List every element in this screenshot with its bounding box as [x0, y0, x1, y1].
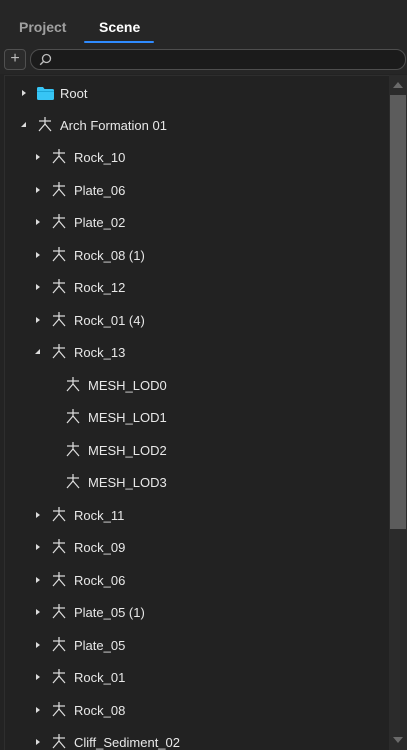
node-icon: [52, 734, 66, 749]
tree-item-arch-formation-01[interactable]: Arch Formation 01: [5, 109, 389, 141]
expand-arrow-icon[interactable]: [19, 86, 29, 100]
tree-item-label: Rock_08: [74, 703, 126, 718]
tree-item-label: Rock_13: [74, 345, 126, 360]
vertical-scrollbar[interactable]: [389, 75, 407, 750]
panel-tab-bar: Project Scene: [0, 0, 407, 46]
tab-scene[interactable]: Scene: [99, 19, 140, 35]
collapse-arrow-icon[interactable]: [19, 118, 29, 132]
tree-item-label: Rock_06: [74, 573, 126, 588]
expand-arrow-icon[interactable]: [33, 215, 43, 229]
tree-item-rock-06[interactable]: Rock_06: [5, 564, 389, 596]
tree-item-label: Cliff_Sediment_02: [74, 735, 180, 750]
folder-icon: [37, 87, 54, 100]
tree-item-label: Arch Formation 01: [60, 118, 167, 133]
search-box[interactable]: [30, 49, 406, 70]
tree-item-mesh-lod2[interactable]: MESH_LOD2: [5, 434, 389, 466]
tab-project[interactable]: Project: [19, 19, 66, 35]
expand-arrow-icon[interactable]: [33, 703, 43, 717]
node-icon: [52, 507, 66, 522]
expand-arrow-icon[interactable]: [33, 150, 43, 164]
node-icon: [52, 669, 66, 684]
tree-item-label: Rock_11: [74, 508, 125, 523]
expand-arrow-icon[interactable]: [33, 313, 43, 327]
tree-item-label: MESH_LOD1: [88, 410, 167, 425]
scroll-up-arrow-icon[interactable]: [389, 75, 407, 95]
node-icon: [52, 572, 66, 587]
node-icon: [52, 344, 66, 359]
node-icon: [52, 312, 66, 327]
node-icon: [38, 117, 52, 132]
tree-item-plate-05-1[interactable]: Plate_05 (1): [5, 596, 389, 628]
expand-arrow-icon[interactable]: [33, 573, 43, 587]
tree-item-mesh-lod3[interactable]: MESH_LOD3: [5, 466, 389, 498]
tree-item-label: Plate_02: [74, 215, 126, 230]
scene-hierarchy-tree: Root Arch Formation 01 Rock_10 Plate_06 …: [4, 75, 389, 750]
expand-arrow-icon[interactable]: [33, 248, 43, 262]
tree-item-rock-09[interactable]: Rock_09: [5, 531, 389, 563]
tree-item-plate-02[interactable]: Plate_02: [5, 206, 389, 238]
expand-arrow-icon[interactable]: [33, 540, 43, 554]
collapse-arrow-icon[interactable]: [33, 345, 43, 359]
node-icon: [52, 604, 66, 619]
tree-item-label: Plate_05: [74, 638, 126, 653]
tree-item-label: Rock_01: [74, 670, 126, 685]
hierarchy-toolbar: +: [0, 46, 407, 74]
expand-arrow-icon[interactable]: [33, 605, 43, 619]
tree-item-mesh-lod1[interactable]: MESH_LOD1: [5, 401, 389, 433]
expand-arrow-icon[interactable]: [33, 183, 43, 197]
expand-arrow-icon[interactable]: [33, 670, 43, 684]
tree-item-label: Root: [60, 86, 88, 101]
node-icon: [52, 247, 66, 262]
expand-arrow-icon[interactable]: [33, 638, 43, 652]
tree-item-label: Rock_01 (4): [74, 313, 145, 328]
node-icon: [52, 637, 66, 652]
tree-item-label: Rock_09: [74, 540, 126, 555]
search-icon: [39, 53, 52, 66]
tree-item-label: MESH_LOD2: [88, 443, 167, 458]
active-tab-indicator: [84, 41, 154, 43]
node-icon: [66, 442, 80, 457]
tree-item-root[interactable]: Root: [5, 77, 389, 109]
tree-item-label: MESH_LOD3: [88, 475, 167, 490]
node-icon: [52, 279, 66, 294]
node-icon: [52, 539, 66, 554]
tree-item-cliff-sediment-02[interactable]: Cliff_Sediment_02: [5, 726, 389, 750]
scroll-down-arrow-icon[interactable]: [389, 730, 407, 750]
tree-item-rock-12[interactable]: Rock_12: [5, 271, 389, 303]
search-input[interactable]: [55, 52, 395, 67]
tree-item-rock-01-4[interactable]: Rock_01 (4): [5, 304, 389, 336]
node-icon: [66, 377, 80, 392]
tree-item-mesh-lod0[interactable]: MESH_LOD0: [5, 369, 389, 401]
tree-item-label: Plate_06: [74, 183, 126, 198]
tree-item-rock-11[interactable]: Rock_11: [5, 499, 389, 531]
tree-item-rock-01[interactable]: Rock_01: [5, 661, 389, 693]
tree-item-label: MESH_LOD0: [88, 378, 167, 393]
expand-arrow-icon[interactable]: [33, 280, 43, 294]
tree-item-label: Plate_05 (1): [74, 605, 145, 620]
scroll-thumb[interactable]: [390, 95, 406, 529]
tree-item-rock-10[interactable]: Rock_10: [5, 141, 389, 173]
add-object-button[interactable]: +: [4, 49, 26, 70]
tree-item-label: Rock_08 (1): [74, 248, 145, 263]
node-icon: [52, 149, 66, 164]
tree-item-rock-08[interactable]: Rock_08: [5, 694, 389, 726]
tree-item-rock-08-1[interactable]: Rock_08 (1): [5, 239, 389, 271]
tree-item-label: Rock_12: [74, 280, 126, 295]
tree-item-label: Rock_10: [74, 150, 126, 165]
node-icon: [52, 182, 66, 197]
expand-arrow-icon[interactable]: [33, 735, 43, 749]
node-icon: [52, 214, 66, 229]
node-icon: [66, 474, 80, 489]
expand-arrow-icon[interactable]: [33, 508, 43, 522]
node-icon: [66, 409, 80, 424]
tree-item-rock-13[interactable]: Rock_13: [5, 336, 389, 368]
tree-item-plate-05[interactable]: Plate_05: [5, 629, 389, 661]
node-icon: [52, 702, 66, 717]
tree-item-plate-06[interactable]: Plate_06: [5, 174, 389, 206]
